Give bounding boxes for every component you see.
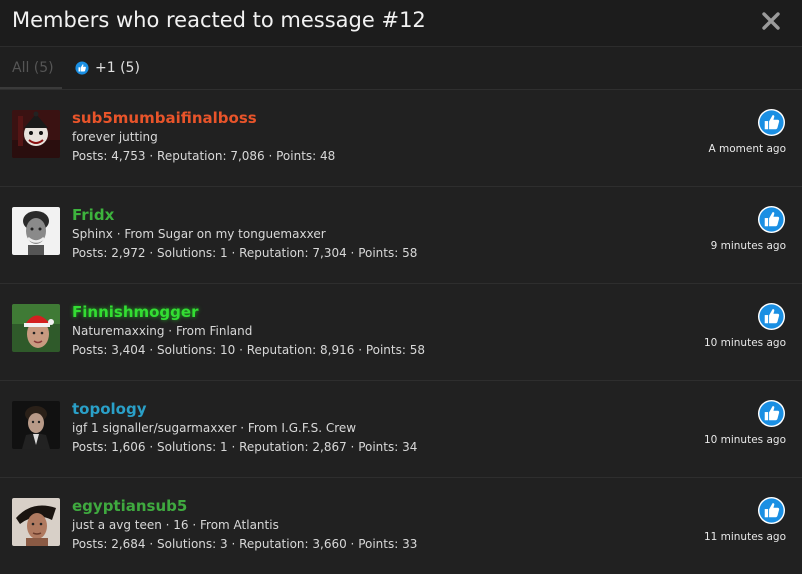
- reaction-time: A moment ago: [708, 143, 787, 155]
- tab-like[interactable]: +1 (5): [75, 47, 140, 89]
- list-item: topology igf 1 signaller/sugarmaxxer · F…: [0, 381, 802, 478]
- reaction-meta: 10 minutes ago: [666, 302, 786, 349]
- reaction-time: 9 minutes ago: [710, 240, 786, 252]
- member-info: egyptiansub5 just a avg teen · 16 · From…: [72, 496, 662, 553]
- member-info: Finnishmogger Naturemaxxing · From Finla…: [72, 302, 662, 359]
- thumbs-up-icon[interactable]: [757, 399, 786, 428]
- list-item: Fridx Sphinx · From Sugar on my tonguema…: [0, 187, 802, 284]
- avatar[interactable]: [12, 304, 60, 352]
- reaction-time: 10 minutes ago: [703, 337, 786, 349]
- thumbs-up-icon[interactable]: [757, 302, 786, 331]
- avatar[interactable]: [12, 110, 60, 158]
- member-stats: Posts: 4,753 · Reputation: 7,086 · Point…: [72, 149, 336, 163]
- member-title: Naturemaxxing · From Finland: [72, 324, 253, 338]
- member-stats: Posts: 1,606 · Solutions: 1 · Reputation…: [72, 440, 418, 454]
- member-name[interactable]: egyptiansub5: [72, 496, 662, 516]
- reaction-meta: 11 minutes ago: [666, 496, 786, 543]
- member-title: Sphinx · From Sugar on my tonguemaxxer: [72, 227, 326, 241]
- reaction-meta: A moment ago: [666, 108, 786, 155]
- list-item: Finnishmogger Naturemaxxing · From Finla…: [0, 284, 802, 381]
- reaction-meta: 10 minutes ago: [666, 399, 786, 446]
- member-name[interactable]: Fridx: [72, 205, 662, 225]
- member-stats: Posts: 2,972 · Solutions: 1 · Reputation…: [72, 246, 418, 260]
- member-title: igf 1 signaller/sugarmaxxer · From I.G.F…: [72, 421, 357, 435]
- member-info: topology igf 1 signaller/sugarmaxxer · F…: [72, 399, 662, 456]
- thumbs-up-icon[interactable]: [757, 108, 786, 137]
- reaction-meta: 9 minutes ago: [666, 205, 786, 252]
- thumbs-up-icon: [75, 61, 89, 75]
- tab-all[interactable]: All (5): [0, 47, 62, 89]
- member-name[interactable]: Finnishmogger: [72, 302, 662, 322]
- avatar[interactable]: [12, 498, 60, 546]
- members-list: sub5mumbaifinalboss forever jutting Post…: [0, 90, 802, 574]
- member-info: Fridx Sphinx · From Sugar on my tonguema…: [72, 205, 662, 262]
- list-item: egyptiansub5 just a avg teen · 16 · From…: [0, 478, 802, 574]
- dialog-header: Members who reacted to message #12: [0, 0, 802, 47]
- reaction-time: 10 minutes ago: [703, 434, 786, 446]
- thumbs-up-icon[interactable]: [757, 205, 786, 234]
- member-name[interactable]: topology: [72, 399, 662, 419]
- member-title: forever jutting: [72, 130, 158, 144]
- list-item: sub5mumbaifinalboss forever jutting Post…: [0, 90, 802, 187]
- close-icon[interactable]: [760, 10, 782, 32]
- tab-like-label: +1 (5): [95, 60, 140, 76]
- member-info: sub5mumbaifinalboss forever jutting Post…: [72, 108, 662, 165]
- avatar[interactable]: [12, 207, 60, 255]
- reactions-dialog: Members who reacted to message #12 All (…: [0, 0, 802, 574]
- member-stats: Posts: 2,684 · Solutions: 3 · Reputation…: [72, 537, 418, 551]
- reaction-time: 11 minutes ago: [703, 531, 786, 543]
- member-stats: Posts: 3,404 · Solutions: 10 · Reputatio…: [72, 343, 425, 357]
- member-title: just a avg teen · 16 · From Atlantis: [72, 518, 279, 532]
- reaction-tabs: All (5) +1 (5): [0, 47, 802, 90]
- avatar[interactable]: [12, 401, 60, 449]
- dialog-title: Members who reacted to message #12: [12, 8, 426, 32]
- member-name[interactable]: sub5mumbaifinalboss: [72, 108, 662, 128]
- thumbs-up-icon[interactable]: [757, 496, 786, 525]
